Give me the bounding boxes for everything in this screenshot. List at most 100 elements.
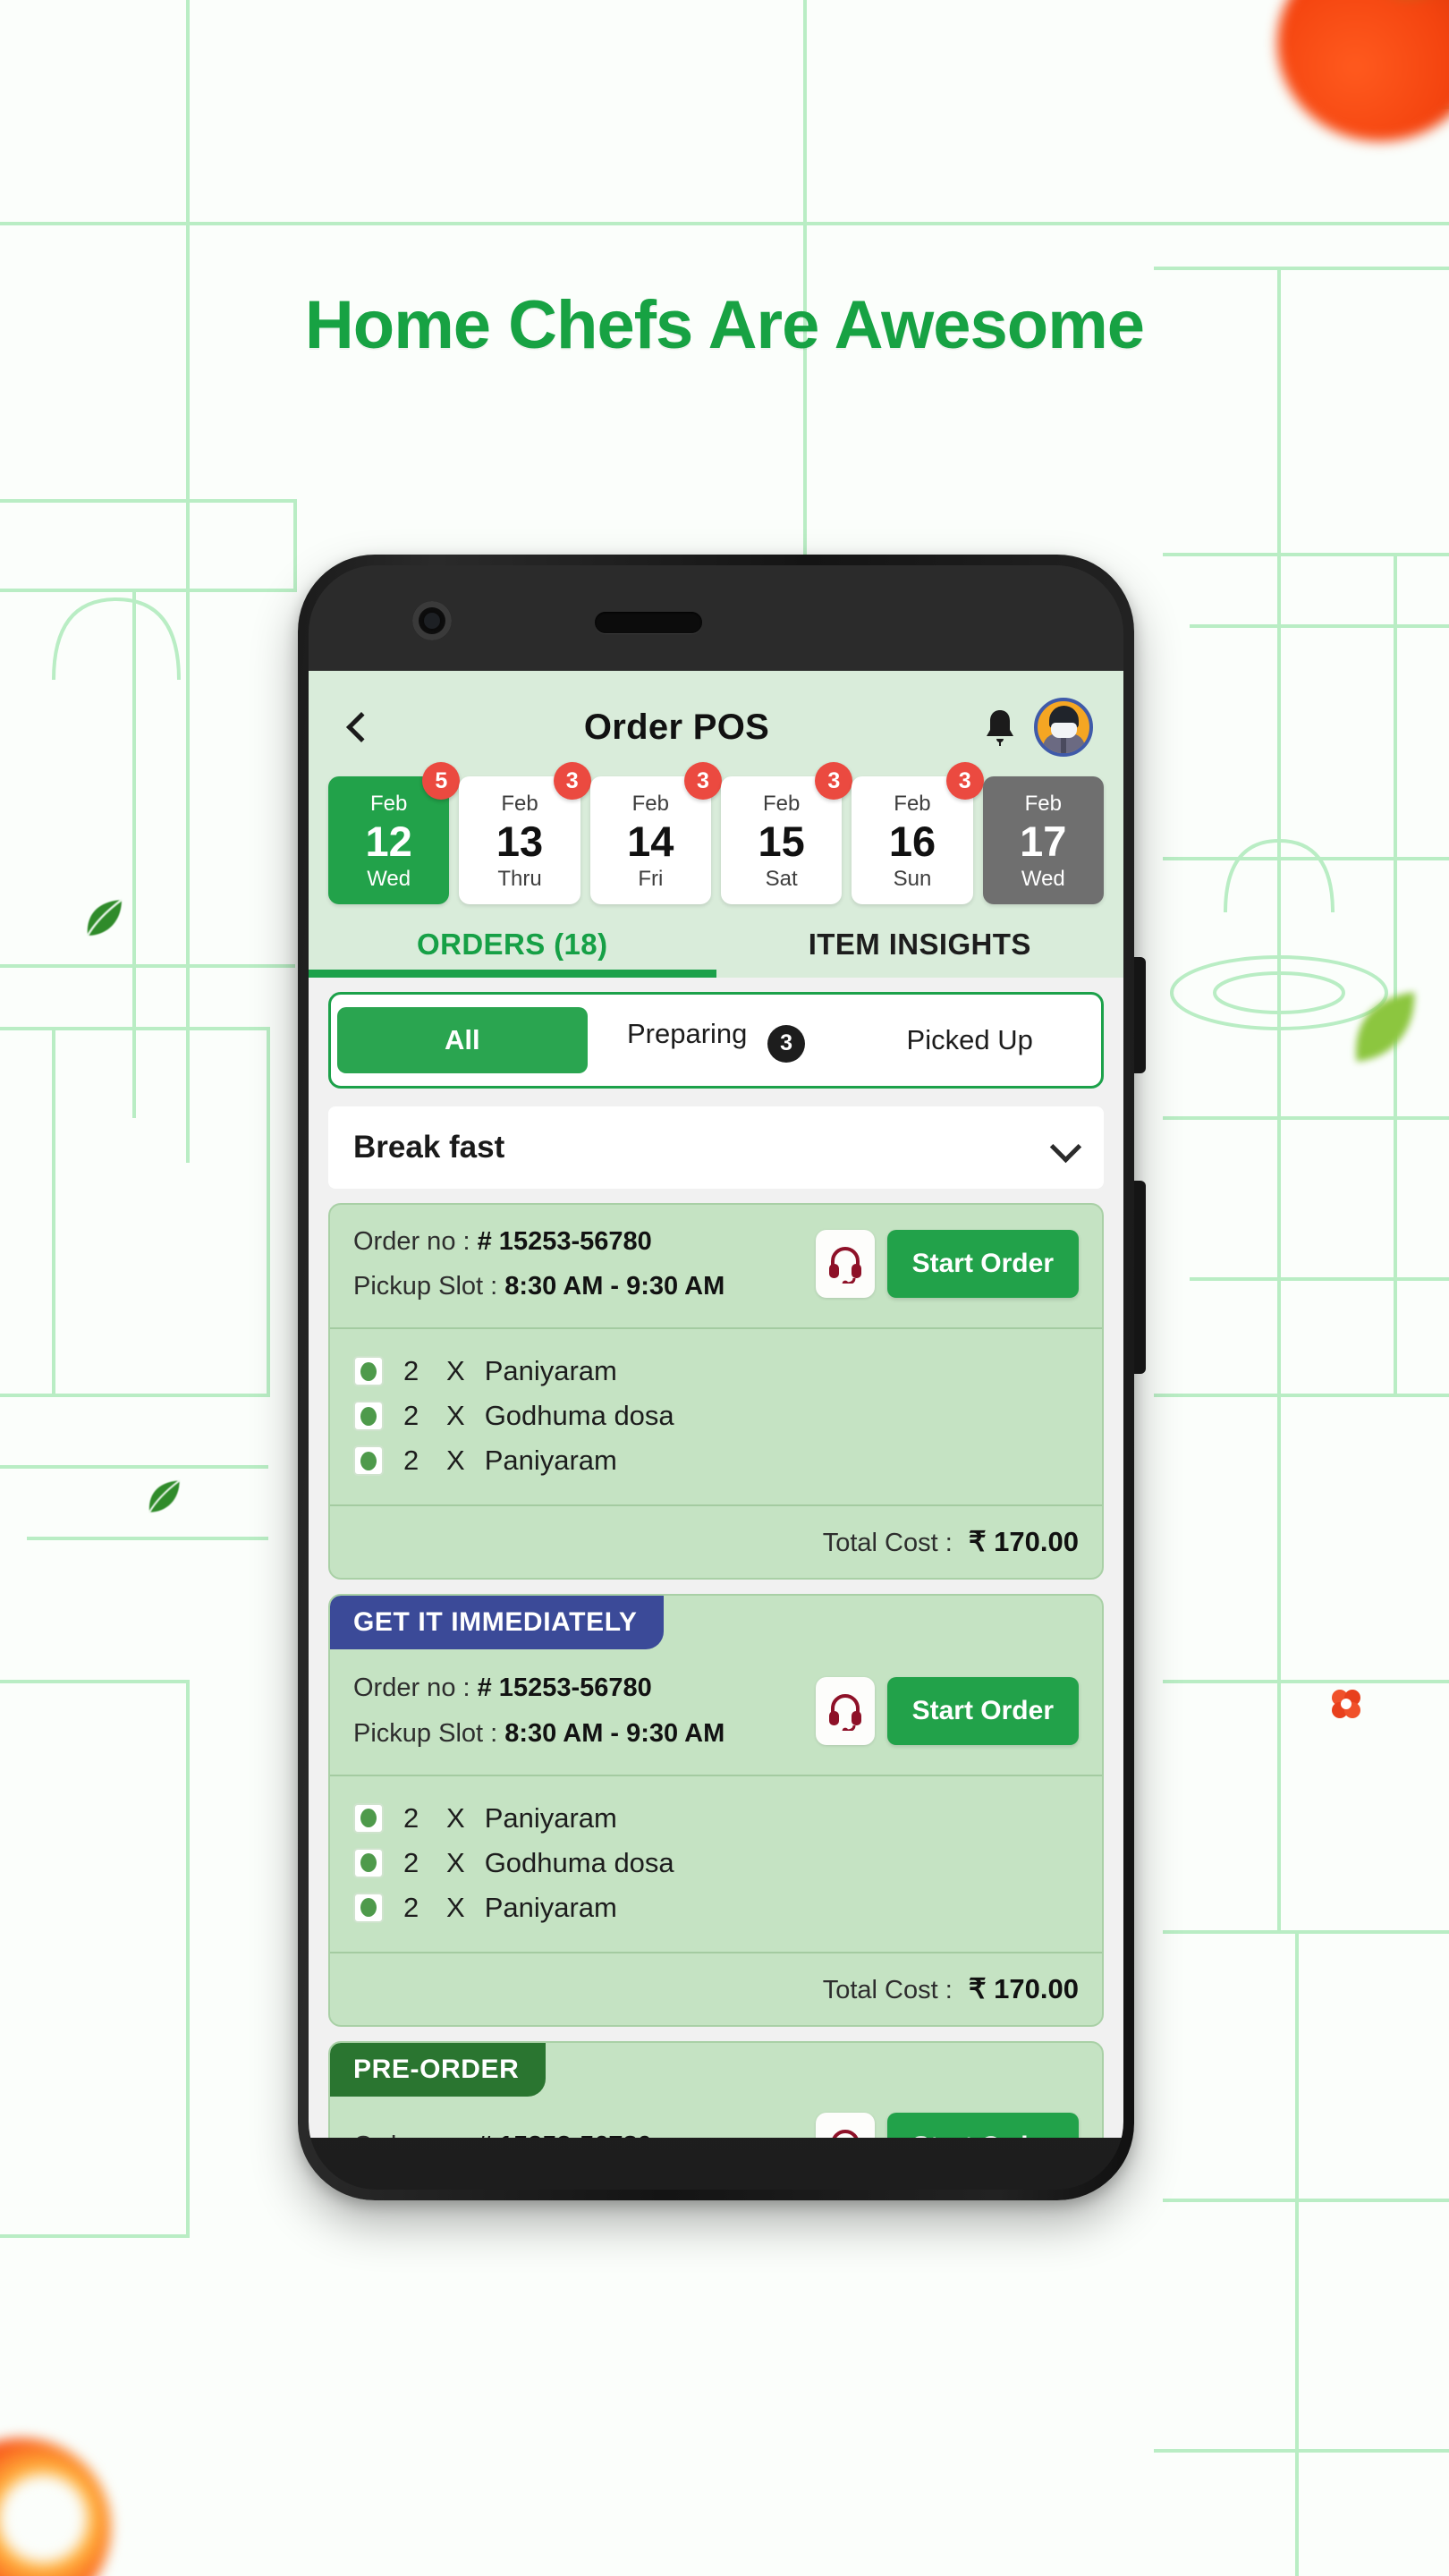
date-day-2: 14 xyxy=(627,818,674,865)
headset-icon[interactable] xyxy=(815,1230,875,1299)
item-multiplier: X xyxy=(446,1355,465,1387)
filter-pill-preparing[interactable]: Preparing 3 xyxy=(591,1001,842,1080)
bell-icon[interactable] xyxy=(980,707,1020,748)
veg-indicator-icon xyxy=(353,1892,384,1923)
item-multiplier: X xyxy=(446,1891,465,1923)
date-badge-1: 3 xyxy=(553,762,591,800)
tab-orders[interactable]: ORDERS (18) xyxy=(309,928,716,979)
order-no-value: # 15253-56780 xyxy=(477,1674,652,1703)
filter-bar: All Preparing 3 Picked Up xyxy=(309,978,1123,1097)
order-item: 2 X Paniyaram xyxy=(353,1438,1079,1483)
section-title: Break fast xyxy=(353,1129,505,1165)
chevron-left-icon[interactable] xyxy=(339,710,373,744)
order-items-list: 2 X Paniyaram 2 X Godhuma dosa 2 X Paniy… xyxy=(330,1327,1102,1507)
veg-indicator-icon xyxy=(353,1802,384,1834)
item-qty: 2 xyxy=(403,1801,419,1834)
phone-volume-button xyxy=(1134,957,1146,1073)
veg-indicator-icon xyxy=(353,1847,384,1878)
pickup-slot-label: Pickup Slot : xyxy=(353,1272,498,1301)
chevron-down-icon[interactable] xyxy=(1052,1134,1079,1161)
date-chip-2[interactable]: 3 Feb 14 Fri xyxy=(589,762,722,905)
start-order-button[interactable]: Start Order xyxy=(886,1676,1079,1745)
front-camera-icon xyxy=(412,601,452,640)
headset-icon[interactable] xyxy=(815,2112,875,2138)
order-no-value: # 15253-56780 xyxy=(478,2131,652,2138)
page-title: Home Chefs Are Awesome xyxy=(304,287,1145,363)
filter-pill-preparing-count: 3 xyxy=(767,1024,806,1063)
main-tabs: ORDERS (18) ITEM INSIGHTS xyxy=(309,904,1124,979)
date-chip-1[interactable]: 3 Feb 13 Thru xyxy=(459,762,591,905)
pickup-slot-value: 8:30 AM - 9:30 AM xyxy=(504,1718,725,1748)
date-weekday-4: Sun xyxy=(893,867,932,892)
total-cost-value: ₹ 170.00 xyxy=(968,1526,1079,1558)
filter-pill-picked-up-label: Picked Up xyxy=(906,1023,1033,1055)
item-multiplier: X xyxy=(446,1846,465,1878)
item-qty: 2 xyxy=(403,1891,419,1923)
filter-pill-preparing-label: Preparing xyxy=(626,1018,748,1050)
date-day-5: 17 xyxy=(1020,818,1067,865)
item-name: Paniyaram xyxy=(484,1355,617,1387)
order-ribbon-preorder: PRE-ORDER xyxy=(330,2042,547,2097)
total-cost-value: ₹ 170.00 xyxy=(968,1972,1079,2004)
filter-pill-all[interactable]: All xyxy=(337,1006,588,1073)
item-name: Godhuma dosa xyxy=(484,1846,674,1878)
date-month-5: Feb xyxy=(1024,792,1062,816)
section-header-breakfast[interactable]: Break fast xyxy=(328,1106,1104,1189)
item-name: Godhuma dosa xyxy=(484,1400,674,1432)
date-chip-4[interactable]: 3 Feb 16 Sun xyxy=(852,762,984,905)
order-items-list: 2 X Paniyaram 2 X Godhuma dosa 2 X Paniy… xyxy=(330,1774,1102,1953)
pickup-slot-row: Pickup Slot : 8:30 AM - 9:30 AM xyxy=(353,1711,803,1757)
flower-right-decoration xyxy=(1328,1686,1364,1726)
filter-pill-picked-up[interactable]: Picked Up xyxy=(844,1007,1095,1073)
item-qty: 2 xyxy=(403,1846,419,1878)
order-no-value: # 15253-56780 xyxy=(477,1226,652,1256)
user-avatar[interactable] xyxy=(1034,698,1093,757)
start-order-button[interactable]: Start Order xyxy=(886,1230,1079,1299)
veg-indicator-icon xyxy=(353,1401,384,1432)
item-multiplier: X xyxy=(446,1445,465,1477)
order-total-row: Total Cost : ₹ 170.00 xyxy=(330,1953,1102,2025)
total-cost-label: Total Cost : xyxy=(822,1529,953,1558)
start-order-button[interactable]: Start Order xyxy=(886,2112,1079,2138)
order-no-label: Order no : xyxy=(353,1226,470,1256)
date-weekday-5: Wed xyxy=(1021,867,1065,892)
leaf-left-upper-decoration xyxy=(80,894,127,945)
tab-orders-label: ORDERS (18) xyxy=(417,928,608,962)
item-multiplier: X xyxy=(446,1400,465,1432)
tab-item-insights[interactable]: ITEM INSIGHTS xyxy=(716,928,1124,978)
date-chip-5[interactable]: Feb 17 Wed xyxy=(982,776,1104,905)
date-weekday-2: Fri xyxy=(638,867,664,892)
veg-indicator-icon xyxy=(353,1445,384,1477)
tomato-bottom-left-decoration xyxy=(0,2438,111,2576)
date-chip-3[interactable]: 3 Feb 15 Sat xyxy=(720,762,853,905)
order-number-row: Order no : # 15253-56780 xyxy=(353,1665,803,1711)
pickup-slot-row: Pickup Slot : 8:30 AM - 9:30 AM xyxy=(353,1264,803,1309)
headset-icon[interactable] xyxy=(815,1676,875,1745)
date-badge-0: 5 xyxy=(422,762,461,800)
phone-top-bezel xyxy=(309,565,1123,671)
order-item: 2 X Paniyaram xyxy=(353,1885,1079,1930)
date-chip-0[interactable]: 5 Feb 12 Wed xyxy=(328,762,461,905)
phone-mockup: Order POS 5 Feb 12 Wed 3 Feb 13 Thru 3 F… xyxy=(298,555,1146,2200)
date-badge-2: 3 xyxy=(683,762,722,800)
order-total-row: Total Cost : ₹ 170.00 xyxy=(330,1506,1102,1578)
app-screen: Order POS 5 Feb 12 Wed 3 Feb 13 Thru 3 F… xyxy=(309,671,1123,2138)
date-day-3: 15 xyxy=(758,818,805,865)
date-weekday-0: Wed xyxy=(367,867,411,892)
pickup-slot-value: 8:30 AM - 9:30 AM xyxy=(504,1272,725,1301)
order-item: 2 X Paniyaram xyxy=(353,1349,1079,1394)
date-badge-4: 3 xyxy=(945,762,984,800)
item-name: Paniyaram xyxy=(484,1801,617,1834)
veg-indicator-icon xyxy=(353,1356,384,1387)
order-item: 2 X Paniyaram xyxy=(353,1796,1079,1841)
order-card: Order no : # 15253-56780 Pickup Slot : 8… xyxy=(328,1202,1104,1580)
order-item: 2 X Godhuma dosa xyxy=(353,1394,1079,1438)
app-title: Order POS xyxy=(583,707,770,747)
order-number-row: Order no : # 15253-56780 xyxy=(353,2123,803,2138)
item-qty: 2 xyxy=(403,1445,419,1477)
order-card: PRE-ORDER Order no : # 15253-56780 xyxy=(328,2040,1104,2138)
order-number-row: Order no : # 15253-56780 xyxy=(353,1219,803,1265)
order-item: 2 X Godhuma dosa xyxy=(353,1841,1079,1885)
filter-pill-all-label: All xyxy=(445,1023,480,1055)
order-no-label: Order no : xyxy=(353,1674,470,1703)
